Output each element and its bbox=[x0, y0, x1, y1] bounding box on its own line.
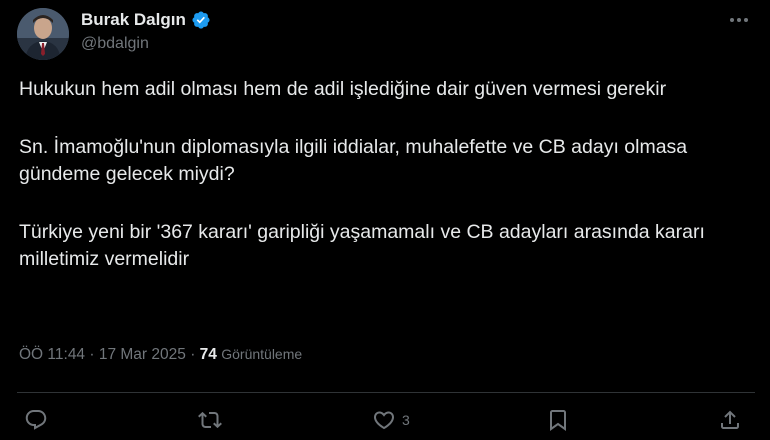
tweet-paragraph: Sn. İmamoğlu'nun diplomasıyla ilgili idd… bbox=[19, 136, 688, 185]
retweet-button[interactable] bbox=[198, 407, 222, 433]
tweet-paragraph: Türkiye yeni bir '367 kararı' garipliği … bbox=[19, 221, 705, 270]
views-count: 74 bbox=[199, 346, 217, 363]
tweet-text: Hukukun hem adil olması hem de adil işle… bbox=[19, 76, 749, 304]
verified-badge-icon bbox=[191, 10, 211, 30]
heart-icon bbox=[373, 411, 395, 430]
tweet-paragraph: Hukukun hem adil olması hem de adil işle… bbox=[19, 78, 667, 100]
views-label: Görüntüleme bbox=[221, 346, 303, 362]
share-icon bbox=[721, 410, 739, 429]
bookmark-icon bbox=[550, 410, 566, 431]
tweet: Burak Dalgın @bdalgin Hukukun hem adil o… bbox=[0, 0, 770, 440]
bookmark-button[interactable] bbox=[546, 407, 570, 433]
more-options-button[interactable] bbox=[722, 6, 756, 34]
name-row: Burak Dalgın bbox=[81, 9, 211, 31]
more-icon bbox=[730, 18, 748, 22]
timestamp[interactable]: ÖÖ 11:44 · 17 Mar 2025 bbox=[19, 346, 186, 363]
meta-separator: · bbox=[190, 346, 196, 363]
reply-button[interactable] bbox=[24, 407, 48, 433]
handle[interactable]: @bdalgin bbox=[81, 35, 149, 53]
share-button[interactable] bbox=[718, 407, 742, 433]
retweet-icon bbox=[198, 411, 222, 429]
like-count: 3 bbox=[402, 412, 410, 428]
display-name[interactable]: Burak Dalgın bbox=[81, 10, 186, 30]
tweet-meta: ÖÖ 11:44 · 17 Mar 2025 · 74 Görüntüleme bbox=[19, 346, 302, 364]
avatar[interactable] bbox=[17, 8, 69, 60]
divider bbox=[17, 392, 755, 393]
like-button[interactable]: 3 bbox=[372, 407, 410, 433]
reply-icon bbox=[25, 410, 47, 430]
